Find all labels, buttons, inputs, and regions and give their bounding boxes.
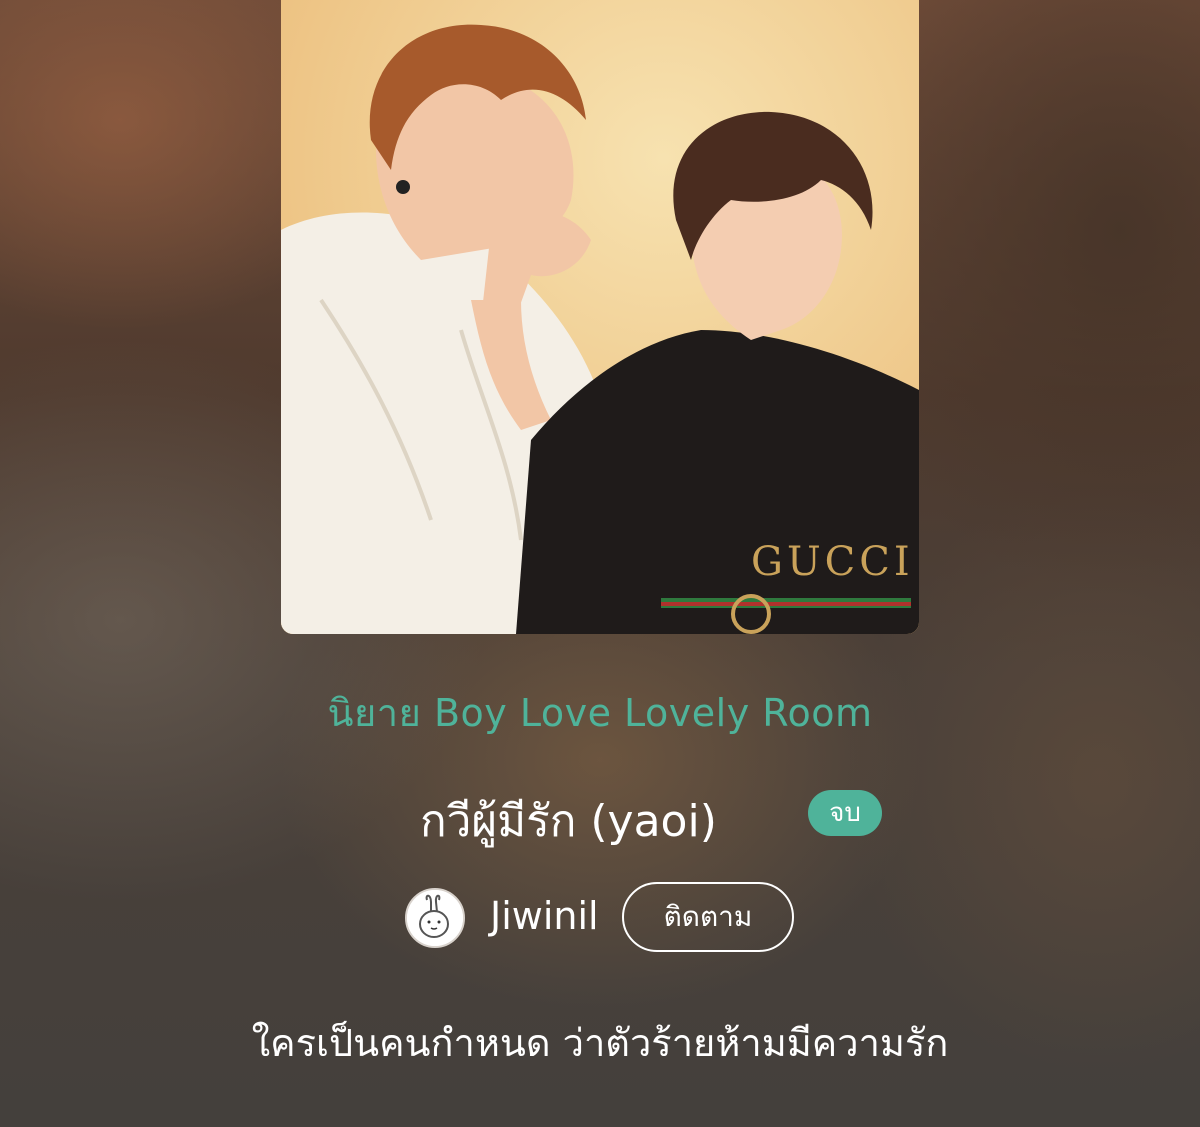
cover-illustration-icon: GUCCI <box>281 0 919 634</box>
cover-image[interactable]: GUCCI <box>281 0 919 634</box>
bunny-avatar-icon <box>407 890 463 946</box>
author-row: Jiwinil ติดตาม <box>0 882 1200 954</box>
category-link[interactable]: นิยาย Boy Love Lovely Room <box>0 682 1200 743</box>
status-badge: จบ <box>808 790 882 836</box>
follow-button[interactable]: ติดตาม <box>622 882 794 952</box>
title-row: กวีผู้มีรัก (yaoi) จบ <box>0 786 1200 850</box>
tagline: ใครเป็นคนกำหนด ว่าตัวร้ายห้ามมีความรัก <box>251 1021 949 1065</box>
author-avatar[interactable] <box>405 888 465 948</box>
author-name[interactable]: Jiwinil <box>490 894 599 938</box>
novel-title: กวีผู้มีรัก (yaoi) <box>420 796 717 847</box>
shirt-logo-text: GUCCI <box>751 539 914 585</box>
